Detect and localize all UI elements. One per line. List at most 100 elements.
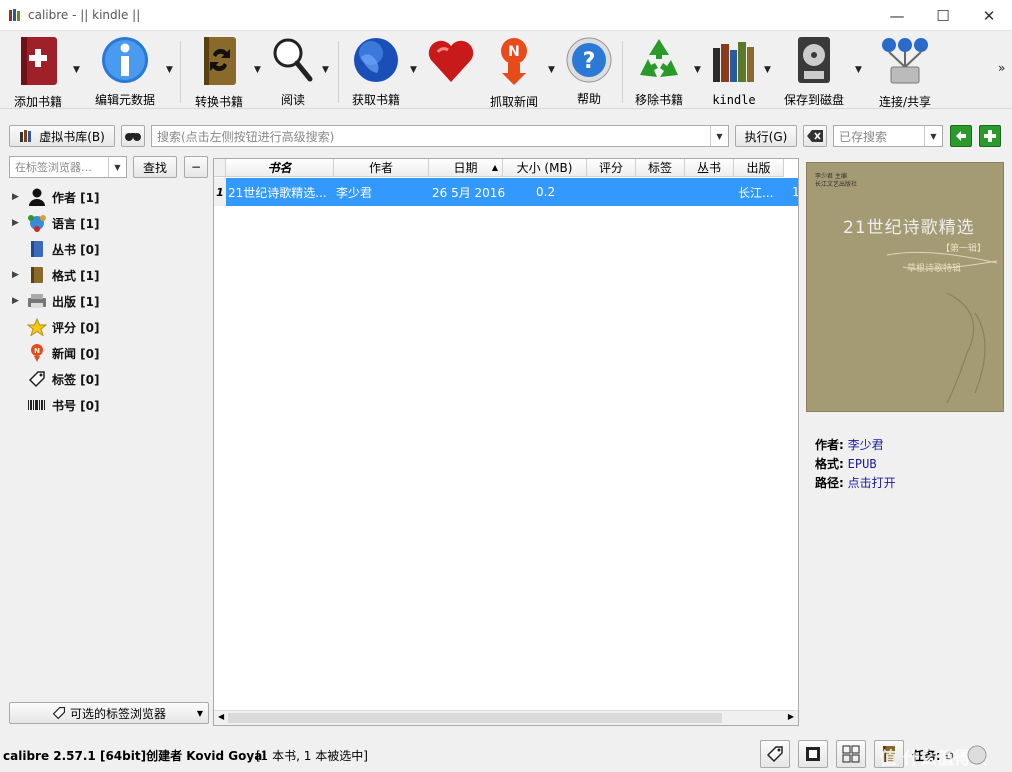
tag-filter-dropdown[interactable]: ▼ [108, 157, 126, 177]
tag-item-tags[interactable]: 标签 [0] [12, 367, 100, 391]
svg-text:N: N [508, 44, 520, 60]
author-detail: 作者: 李少君 [815, 438, 884, 452]
path-link[interactable]: 点击打开 [848, 476, 896, 490]
execute-search-button[interactable]: 执行(G) [735, 125, 797, 147]
save-search-button[interactable] [950, 125, 972, 147]
clear-icon [807, 130, 823, 142]
tag-item-identifiers[interactable]: 书号 [0] [12, 393, 100, 417]
tag-item-news[interactable]: N 新闻 [0] [12, 341, 100, 365]
tag-item-languages[interactable]: ▶ 语言 [1] [12, 211, 100, 235]
main-toolbar: 添加书籍 ▼ 编辑元数据 ▼ 转换书籍 ▼ 阅读 ▼ 获取书籍 ▼ N 抓取新闻… [0, 31, 1012, 109]
convert-book-button[interactable]: 转换书籍 [190, 35, 248, 109]
tag-browser-toggle-button[interactable] [760, 740, 790, 768]
add-search-button[interactable] [979, 125, 1001, 147]
add-book-button[interactable]: 添加书籍 [8, 35, 68, 109]
saved-search-dropdown[interactable]: ▼ [924, 126, 942, 146]
connect-share-button[interactable]: 连接/共享 [872, 35, 938, 109]
star-icon [26, 317, 48, 337]
collapse-all-button[interactable]: − [184, 156, 208, 178]
recycle-icon [633, 35, 685, 85]
library-dropdown[interactable]: ▼ [764, 65, 771, 75]
series-icon [26, 239, 48, 259]
expand-arrow-icon[interactable]: ▶ [12, 270, 26, 280]
tag-icon [766, 746, 783, 763]
tag-find-button[interactable]: 查找 [133, 156, 177, 178]
book-details-toggle-button[interactable] [798, 740, 828, 768]
save-to-disk-button[interactable]: 保存到磁盘 [782, 35, 846, 107]
cover-grid-toggle-button[interactable] [836, 740, 866, 768]
search-history-dropdown[interactable]: ▼ [710, 126, 728, 146]
tag-item-formats[interactable]: ▶ 格式 [1] [12, 263, 100, 287]
search-input[interactable]: 搜索(点击左侧按钮进行高级搜索) ▼ [151, 125, 729, 147]
tag-item-authors[interactable]: ▶ 作者 [1] [12, 185, 100, 209]
add-book-icon [12, 35, 64, 87]
get-books-button[interactable]: 获取书籍 [346, 35, 406, 107]
tag-item-publishers[interactable]: ▶ 出版 [1] [12, 289, 100, 313]
network-icon [879, 35, 931, 87]
minimize-button[interactable]: — [874, 0, 920, 31]
book-list[interactable]: 书名 作者 日期 ▲ 大小 (MB) 评分 标签 丛书 出版 1 21世纪诗歌精… [213, 158, 799, 726]
saved-search-select[interactable]: 已存搜索 ▼ [833, 125, 943, 147]
cover-decoration [886, 251, 998, 404]
sort-ascending-icon: ▲ [491, 163, 498, 172]
tag-item-rating[interactable]: 评分 [0] [12, 315, 100, 339]
column-header-rating[interactable]: 评分 [587, 159, 636, 177]
book-author-cell: 李少君 [336, 185, 373, 200]
column-header-series[interactable]: 丛书 [685, 159, 734, 177]
add-book-dropdown[interactable]: ▼ [73, 65, 80, 75]
tag-item-series[interactable]: 丛书 [0] [12, 237, 100, 261]
column-header-title[interactable]: 书名 [226, 159, 334, 177]
read-dropdown[interactable]: ▼ [322, 65, 329, 75]
scroll-right-icon[interactable]: ▶ [788, 712, 794, 721]
save-to-disk-dropdown[interactable]: ▼ [855, 65, 862, 75]
tag-browser: 在标签浏览器… ▼ 查找 − ▶ 作者 [1] ▶ 语言 [1] 丛书 [0] … [0, 152, 213, 742]
barcode-icon [26, 395, 48, 415]
info-icon [99, 35, 151, 85]
magnifier-icon [267, 35, 319, 85]
help-button[interactable]: ? 帮助 [564, 35, 614, 107]
help-icon: ? [563, 35, 615, 84]
virtual-library-button[interactable]: 虚拟书库(B) [9, 125, 115, 147]
remove-books-dropdown[interactable]: ▼ [694, 65, 701, 75]
book-cover[interactable]: 李少君 主编 长江文艺出版社 21世纪诗歌精选 【第一辑】 草根诗歌特辑 [806, 162, 1004, 412]
horizontal-scrollbar[interactable]: ◀ ▶ [214, 710, 798, 725]
scrollbar-thumb[interactable] [228, 713, 722, 723]
author-link[interactable]: 李少君 [848, 438, 884, 452]
table-row[interactable]: 21世纪诗歌精选... 李少君 26 5月 2016 0.2 长江... 1 [226, 178, 798, 206]
column-header-date[interactable]: 日期 ▲ [429, 159, 503, 177]
donate-button[interactable] [424, 35, 478, 107]
read-button[interactable]: 阅读 [268, 35, 318, 107]
column-header-tags[interactable]: 标签 [636, 159, 685, 177]
configure-tag-browser-button[interactable]: 可选的标签浏览器 ▼ [9, 702, 209, 724]
expand-arrow-icon[interactable]: ▶ [12, 296, 26, 306]
status-bar: calibre 2.57.1 [64bit]创建者 Kovid Goyal [1… [0, 740, 1012, 772]
get-books-dropdown[interactable]: ▼ [410, 65, 417, 75]
clear-search-button[interactable] [803, 125, 827, 147]
library-button[interactable]: kindle [706, 35, 762, 107]
more-toolbar-button[interactable]: » [998, 61, 1005, 75]
edit-metadata-dropdown[interactable]: ▼ [166, 65, 173, 75]
book-details-panel: 李少君 主编 长江文艺出版社 21世纪诗歌精选 【第一辑】 草根诗歌特辑 作者:… [800, 150, 1012, 740]
scroll-left-icon[interactable]: ◀ [218, 712, 224, 721]
expand-arrow-icon[interactable]: ▶ [12, 218, 26, 228]
advanced-search-button[interactable] [121, 125, 145, 147]
edit-metadata-button[interactable]: 编辑元数据 [92, 35, 158, 107]
remove-books-button[interactable]: 移除书籍 [630, 35, 688, 107]
column-header-size[interactable]: 大小 (MB) [503, 159, 587, 177]
fetch-news-button[interactable]: N 抓取新闻 [486, 35, 542, 109]
tag-filter-input[interactable]: 在标签浏览器… ▼ [9, 156, 127, 178]
close-button[interactable]: ✕ [966, 0, 1012, 31]
fetch-news-dropdown[interactable]: ▼ [548, 65, 555, 75]
column-header-publisher[interactable]: 出版 [734, 159, 784, 177]
toolbar-separator [338, 41, 339, 103]
book-size-cell: 0.2 [536, 185, 556, 199]
maximize-button[interactable]: ☐ [920, 0, 966, 31]
format-link[interactable]: EPUB [848, 457, 877, 471]
expand-arrow-icon[interactable]: ▶ [12, 192, 26, 202]
search-bar: 虚拟书库(B) 搜索(点击左侧按钮进行高级搜索) ▼ 执行(G) 已存搜索 ▼ [0, 122, 1012, 150]
chevron-down-icon: ▼ [196, 708, 203, 718]
book-publisher-cell: 长江... [738, 185, 774, 200]
convert-book-dropdown[interactable]: ▼ [254, 65, 261, 75]
column-header-author[interactable]: 作者 [334, 159, 429, 177]
book-date-cell: 26 5月 2016 [432, 185, 506, 200]
